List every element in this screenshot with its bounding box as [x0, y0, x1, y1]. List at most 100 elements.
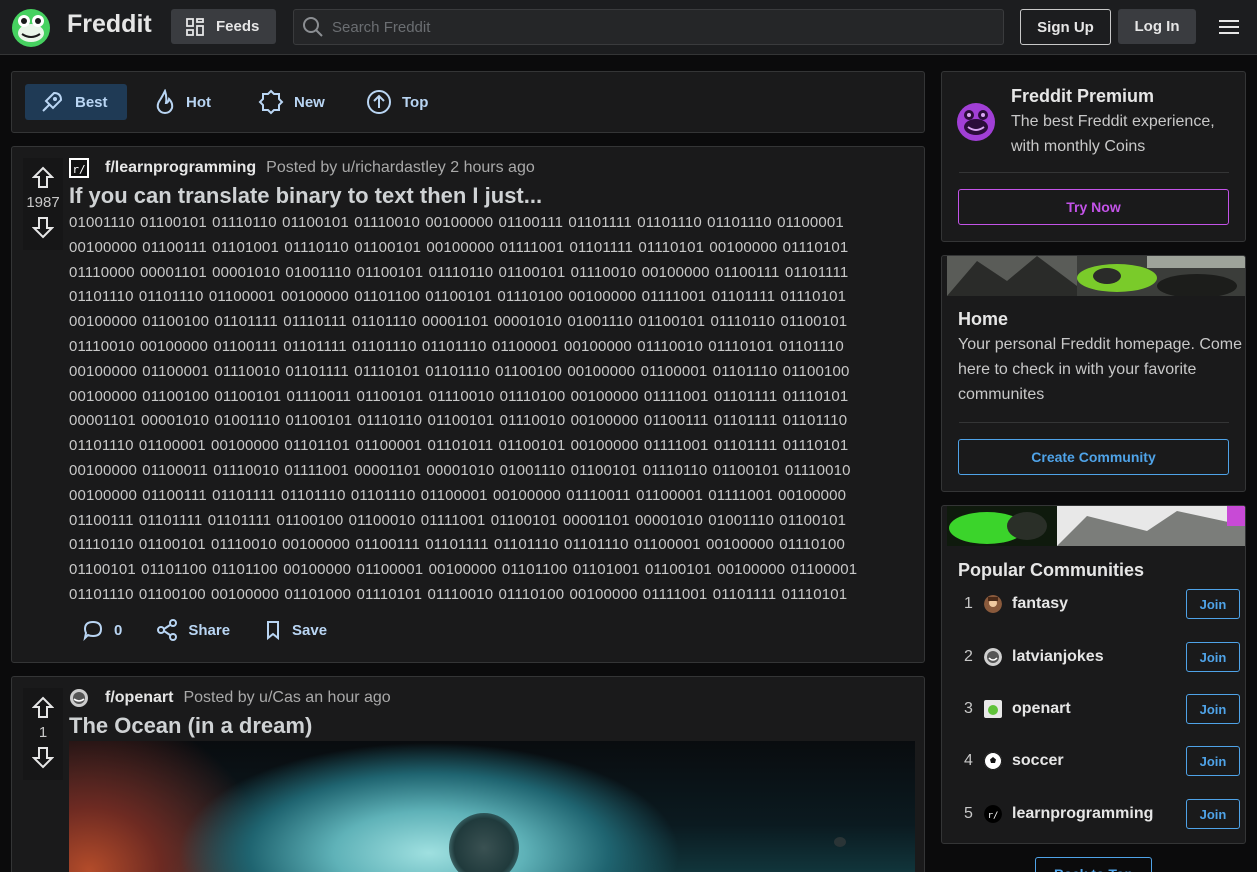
sort-new-label: New: [294, 93, 325, 111]
badge-icon: [258, 89, 284, 115]
create-community-button[interactable]: Create Community: [958, 439, 1229, 475]
save-label: Save: [292, 621, 328, 639]
brand-name[interactable]: Freddit: [67, 10, 152, 39]
log-in-button[interactable]: Log In: [1118, 9, 1196, 44]
share-button[interactable]: Share: [156, 619, 230, 641]
sort-hot-tab[interactable]: Hot: [140, 84, 225, 120]
join-button[interactable]: Join: [1186, 799, 1240, 829]
post-title[interactable]: If you can translate binary to text then…: [69, 183, 542, 209]
community-rank: 2: [964, 648, 973, 665]
search-bar[interactable]: [293, 9, 1004, 45]
latvianjokes-community-icon: [984, 648, 1002, 666]
fantasy-community-icon: [984, 595, 1002, 613]
community-name[interactable]: learnprogramming: [1012, 805, 1186, 823]
learnprogramming-community-icon: r/: [984, 805, 1002, 823]
subreddit-link[interactable]: f/learnprogramming: [105, 159, 256, 177]
home-banner-image: [947, 256, 1245, 296]
post-card[interactable]: 1987 r/ f/learnprogramming Posted by u/r…: [11, 146, 925, 663]
share-label: Share: [188, 621, 231, 639]
back-to-top-button[interactable]: Back to Top: [1035, 857, 1152, 872]
sort-top-tab[interactable]: Top: [352, 84, 442, 120]
bookmark-icon: [267, 621, 280, 641]
comments-button[interactable]: 0: [82, 619, 122, 641]
post-body: 01001110 01100101 01110110 01100101 0111…: [69, 214, 858, 603]
sort-hot-label: Hot: [186, 93, 211, 111]
flame-icon: [156, 89, 174, 115]
community-rank: 4: [964, 752, 973, 769]
premium-title: Freddit Premium: [1011, 86, 1155, 106]
arrow-up-circle-icon: [367, 90, 391, 114]
community-name[interactable]: latvianjokes: [1012, 648, 1186, 666]
upvote-icon[interactable]: [32, 696, 54, 720]
popular-communities-card: Popular Communities 1 fantasy Join 2 lat…: [941, 505, 1246, 844]
community-name[interactable]: soccer: [1012, 752, 1186, 770]
sort-best-tab[interactable]: Best: [25, 84, 127, 120]
premium-description: The best Freddit experience, with monthl…: [1011, 113, 1215, 155]
comment-icon: [83, 620, 103, 641]
premium-card: Freddit Premium The best Freddit experie…: [941, 71, 1246, 242]
image-fish-shape: [834, 837, 846, 847]
soccer-ball-icon: [984, 752, 1002, 770]
openart-community-icon: [984, 700, 1002, 718]
divider: [959, 422, 1229, 423]
community-row[interactable]: 2 latvianjokes Join: [958, 642, 1240, 672]
sign-up-button[interactable]: Sign Up: [1020, 9, 1111, 45]
vote-count: 1987: [26, 194, 60, 211]
community-row[interactable]: 5 r/ learnprogramming Join: [958, 799, 1240, 829]
top-navbar: Freddit Feeds Sign Up Log In: [0, 0, 1257, 55]
svg-text:r/: r/: [72, 163, 85, 176]
community-row[interactable]: 3 openart Join: [958, 694, 1240, 724]
openart-subreddit-icon: [70, 689, 88, 707]
feeds-button[interactable]: Feeds: [171, 9, 276, 44]
vote-count: 1: [38, 724, 48, 741]
post-meta: r/ f/learnprogramming Posted by u/richar…: [69, 158, 535, 178]
rocket-icon: [42, 91, 63, 112]
save-button[interactable]: Save: [264, 619, 327, 641]
freddit-logo-icon[interactable]: [11, 8, 51, 48]
comment-count: 0: [114, 621, 123, 639]
feeds-label: Feeds: [216, 18, 260, 35]
post-actions: 0 Share Save: [82, 619, 327, 641]
community-rank: 3: [964, 700, 973, 717]
downvote-icon[interactable]: [32, 215, 54, 239]
community-rank: 1: [964, 595, 973, 612]
join-button[interactable]: Join: [1186, 642, 1240, 672]
share-icon: [157, 619, 178, 641]
popular-communities-title: Popular Communities: [958, 560, 1145, 580]
community-row[interactable]: 4 soccer Join: [958, 746, 1240, 776]
post-card[interactable]: 1 f/openart Posted by u/Cas an hour ago …: [11, 676, 925, 872]
home-card: Home Your personal Freddit homepage. Com…: [941, 255, 1246, 492]
learnprogramming-subreddit-icon: r/: [69, 158, 89, 178]
sort-best-label: Best: [75, 93, 108, 111]
subreddit-link[interactable]: f/openart: [105, 689, 173, 707]
vote-column: 1: [23, 688, 63, 780]
post-meta: f/openart Posted by u/Cas an hour ago: [69, 688, 391, 708]
posted-by-text: Posted by u/richardastley 2 hours ago: [266, 159, 535, 176]
join-button[interactable]: Join: [1186, 589, 1240, 619]
sort-new-tab[interactable]: New: [244, 84, 339, 120]
divider: [959, 172, 1229, 173]
community-name[interactable]: fantasy: [1012, 595, 1186, 613]
hamburger-menu-icon[interactable]: [1218, 16, 1240, 38]
search-input[interactable]: [332, 18, 972, 36]
post-title[interactable]: The Ocean (in a dream): [69, 713, 312, 739]
premium-frog-icon: [957, 103, 995, 141]
grid-icon: [186, 17, 204, 36]
post-image[interactable]: [69, 741, 915, 872]
communities-banner-image: [947, 506, 1245, 546]
downvote-icon[interactable]: [32, 745, 54, 769]
image-tree-shape: [449, 813, 519, 872]
home-description: Your personal Freddit homepage. Come her…: [958, 336, 1243, 403]
search-icon: [303, 17, 323, 37]
svg-text:r/: r/: [988, 811, 999, 821]
sort-bar: Best Hot New Top: [11, 71, 925, 133]
join-button[interactable]: Join: [1186, 694, 1240, 724]
community-row[interactable]: 1 fantasy Join: [958, 589, 1240, 619]
join-button[interactable]: Join: [1186, 746, 1240, 776]
community-name[interactable]: openart: [1012, 700, 1186, 718]
vote-column: 1987: [23, 158, 63, 250]
community-rank: 5: [964, 805, 973, 822]
try-now-button[interactable]: Try Now: [958, 189, 1229, 225]
upvote-icon[interactable]: [32, 166, 54, 190]
home-title: Home: [958, 309, 1009, 329]
